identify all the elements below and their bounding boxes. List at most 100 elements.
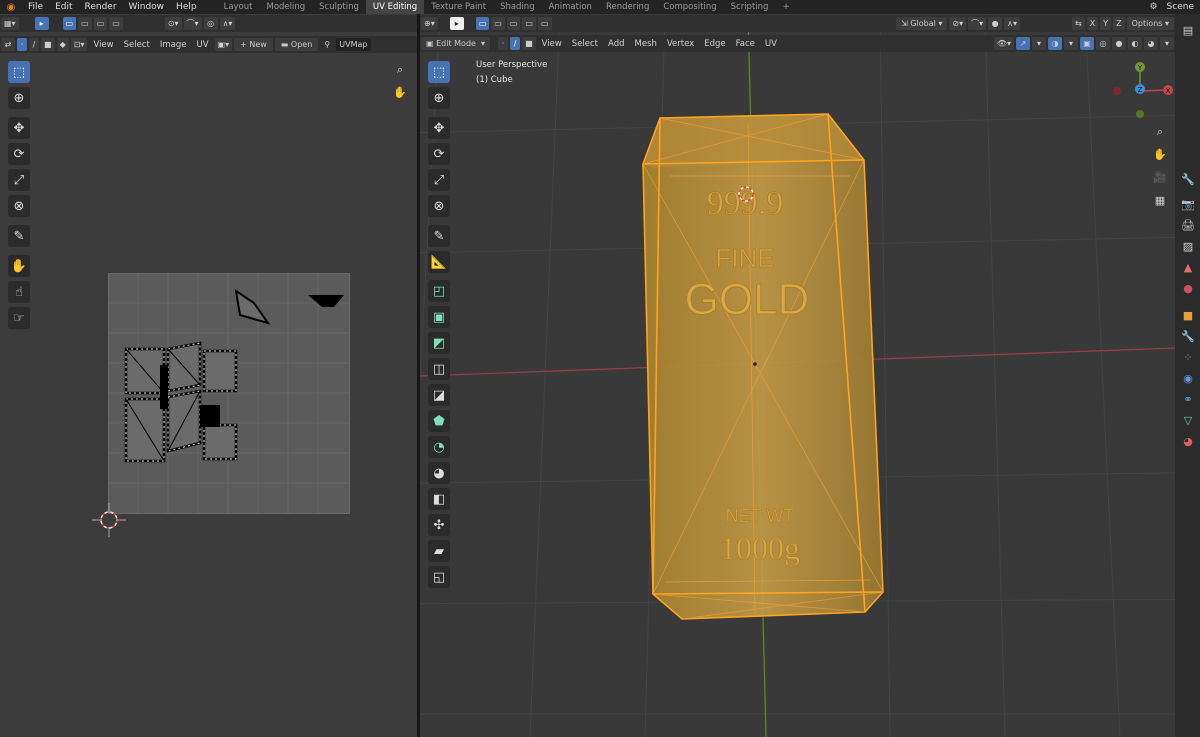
tab-modeling[interactable]: Modeling (259, 0, 312, 14)
navigation-gizmo[interactable]: Y X Z (1105, 58, 1175, 128)
properties-editor-type-icon[interactable]: ▤ (1180, 22, 1196, 38)
viewport-snap-icon[interactable]: ⌒▾ (968, 17, 987, 30)
uv-vertex-select-icon[interactable]: · (17, 38, 27, 51)
scale-tool[interactable]: ⤢ (428, 169, 450, 191)
pin-icon[interactable]: ⚲ (320, 38, 334, 51)
extrude-tool[interactable]: ◰ (428, 280, 450, 302)
tab-uv-editing[interactable]: UV Editing (365, 0, 425, 14)
uv-menu-uv[interactable]: UV (191, 40, 213, 50)
face-select-mode-icon[interactable]: ■ (522, 37, 536, 50)
pivot-icon[interactable]: ⊙▾ (164, 17, 182, 30)
tab-texture-paint[interactable]: Texture Paint (424, 0, 493, 14)
knife-tool[interactable]: ◪ (428, 384, 450, 406)
tab-rendering[interactable]: Rendering (599, 0, 656, 14)
editor-type-button[interactable]: ▦▾ (1, 17, 19, 30)
select-box-tool[interactable]: ⬚ (428, 61, 450, 83)
measure-tool[interactable]: 📐 (428, 251, 450, 273)
shrink-fatten-tool[interactable]: ✣ (428, 514, 450, 536)
tab-compositing[interactable]: Compositing (656, 0, 723, 14)
output-icon[interactable]: 🖨 (1180, 217, 1196, 233)
add-workspace-button[interactable]: + (775, 0, 796, 14)
viewport-falloff-icon[interactable]: ∧▾ (1004, 17, 1020, 30)
menu-render[interactable]: Render (79, 0, 123, 14)
modifier-icon[interactable]: 🔧 (1180, 328, 1196, 344)
vp-menu-add[interactable]: Add (603, 39, 629, 49)
new-image-button[interactable]: + New (234, 38, 273, 51)
vp-select-mode-extend-icon[interactable]: ▭ (491, 17, 505, 30)
uv-island-select-icon[interactable]: ◆ (56, 38, 69, 51)
mode-selector[interactable]: ▣ Edit Mode ▾ (421, 37, 491, 50)
vp-select-mode-subtract-icon[interactable]: ▭ (506, 17, 521, 30)
viewport-hand-icon[interactable]: ✋ (1152, 146, 1168, 162)
uv-menu-select[interactable]: Select (119, 40, 155, 50)
edge-slide-tool[interactable]: ◧ (428, 488, 450, 510)
pivot-point-icon[interactable]: ⊘▾ (949, 17, 967, 30)
polybuild-tool[interactable]: ⬟ (428, 410, 450, 432)
proportional-edit-icon[interactable]: ◎ (203, 17, 218, 30)
uv-zoom-icon[interactable]: ⌕ (392, 62, 408, 78)
viewport-editor-type-button[interactable]: ⊕▾ (421, 17, 438, 30)
shading-material-icon[interactable]: ◐ (1128, 37, 1142, 50)
rotate-tool[interactable]: ⟳ (428, 143, 450, 165)
overlay-toggle-icon[interactable]: ◑ (1048, 37, 1062, 50)
inset-tool[interactable]: ▣ (428, 306, 450, 328)
cursor-tool[interactable]: ⊕ (428, 87, 450, 109)
transform-tool[interactable]: ⊗ (428, 195, 450, 217)
viewport-zoom-icon[interactable]: ⌕ (1152, 124, 1168, 140)
annotate-tool[interactable]: ✎ (428, 225, 450, 247)
particles-icon[interactable]: ⁘ (1180, 349, 1196, 365)
mirror-y-toggle[interactable]: Y (1100, 17, 1112, 30)
uv-cursor-tool[interactable]: ⊕ (8, 87, 30, 109)
visibility-icon[interactable]: 👁▾ (993, 37, 1014, 50)
camera-view-icon[interactable]: 🎥 (1152, 169, 1168, 185)
vp-menu-edge[interactable]: Edge (699, 39, 730, 49)
scene-props-icon[interactable]: ▲ (1180, 259, 1196, 275)
snap-icon[interactable]: ⌒▾ (183, 17, 202, 30)
uv-menu-image[interactable]: Image (155, 40, 192, 50)
mirror-z-toggle[interactable]: Z (1113, 17, 1125, 30)
tool-settings-icon[interactable]: 🔧 (1180, 171, 1196, 187)
vp-menu-uv[interactable]: UV (760, 39, 782, 49)
shading-dropdown-icon[interactable]: ▾ (1160, 37, 1174, 50)
viewport-proportional-icon[interactable]: ● (988, 17, 1003, 30)
uv-menu-view[interactable]: View (88, 40, 118, 50)
select-tool-icon[interactable]: ▸ (34, 17, 49, 30)
vp-menu-view[interactable]: View (537, 39, 567, 49)
smooth-tool[interactable]: ◕ (428, 462, 450, 484)
uv-grid-canvas[interactable] (108, 273, 350, 514)
sticky-selection-icon[interactable]: ⊡▾ (70, 38, 88, 51)
blender-logo-icon[interactable]: ◉ (0, 2, 22, 13)
shading-rendered-icon[interactable]: ◕ (1144, 37, 1158, 50)
bevel-tool[interactable]: ◩ (428, 332, 450, 354)
spin-tool[interactable]: ◔ (428, 436, 450, 458)
vp-select-mode-new-icon[interactable]: ▭ (475, 17, 490, 30)
tab-sculpting[interactable]: Sculpting (312, 0, 366, 14)
select-mode-invert-icon[interactable]: ▭ (109, 17, 123, 30)
xray-toggle-icon[interactable]: ▣ (1080, 37, 1094, 50)
select-mode-new-icon[interactable]: ▭ (62, 17, 77, 30)
menu-help[interactable]: Help (170, 0, 203, 14)
uv-transform-tool[interactable]: ⊗ (8, 195, 30, 217)
select-mode-subtract-icon[interactable]: ▭ (93, 17, 108, 30)
uv-scale-tool[interactable]: ⤢ (8, 169, 30, 191)
material-icon[interactable]: ◕ (1180, 433, 1196, 449)
viewport-select-tool-icon[interactable]: ▸ (449, 17, 464, 30)
gizmo-dropdown-icon[interactable]: ▾ (1032, 37, 1046, 50)
view-layer-icon[interactable]: ▨ (1180, 238, 1196, 254)
shading-wireframe-icon[interactable]: ◎ (1096, 37, 1110, 50)
loopcut-tool[interactable]: ◫ (428, 358, 450, 380)
uv-relax-tool[interactable]: ☝ (8, 281, 30, 303)
ortho-grid-icon[interactable]: ▦ (1152, 192, 1168, 208)
uvmap-selector[interactable]: UVMap (336, 38, 371, 51)
sync-selection-icon[interactable]: ⇄ (1, 38, 15, 51)
falloff-icon[interactable]: ∧▾ (219, 17, 236, 30)
vertex-select-mode-icon[interactable]: · (498, 37, 509, 50)
viewport-3d[interactable]: 999.9 FINE GOLD NET WT 1000g ⊕▾ ▸ ▭ ▭ ▭ … (420, 14, 1175, 737)
data-icon[interactable]: ▽ (1180, 412, 1196, 428)
uv-2d-cursor[interactable] (90, 501, 128, 539)
overlay-dropdown-icon[interactable]: ▾ (1064, 37, 1078, 50)
vp-menu-face[interactable]: Face (731, 39, 760, 49)
uv-edge-select-icon[interactable]: / (29, 38, 39, 51)
open-image-button[interactable]: ▬ Open (274, 38, 319, 51)
vp-select-mode-intersect-icon[interactable]: ▭ (537, 17, 552, 30)
